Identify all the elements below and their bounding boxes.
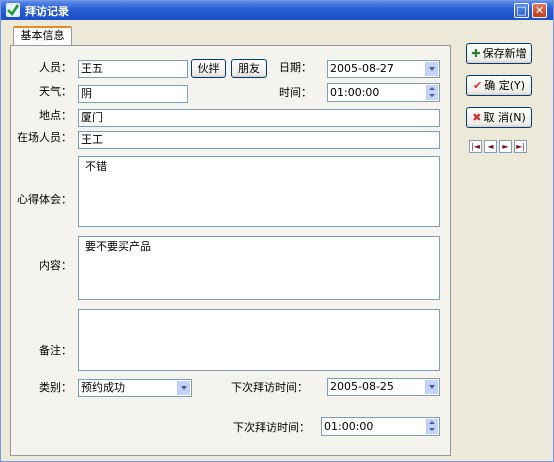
time-label: 时间： — [279, 86, 312, 99]
date-label: 日期： — [279, 61, 312, 74]
save-new-label: 保存新增 — [482, 47, 527, 60]
weather-input[interactable]: 阴 — [78, 85, 188, 103]
next-date-picker[interactable]: 2005-08-25 — [327, 378, 440, 396]
next-date-label: 下次拜访时间： — [231, 381, 308, 394]
chevron-down-icon[interactable] — [425, 62, 438, 76]
spin-down-icon[interactable] — [426, 92, 438, 100]
person-label: 人员： — [39, 61, 72, 74]
save-new-button[interactable]: ✚ 保存新增 — [466, 43, 532, 64]
remark-textarea[interactable] — [78, 309, 440, 371]
time-spinner[interactable]: 01:00:00 — [327, 83, 440, 102]
chevron-down-icon[interactable] — [425, 380, 438, 394]
insight-textarea[interactable]: 不错 — [78, 156, 440, 227]
next-time-label: 下次拜访时间： — [233, 421, 310, 434]
remark-label: 备注： — [39, 344, 72, 357]
weather-label: 天气： — [39, 85, 72, 98]
x-icon: ✖ — [472, 111, 482, 124]
category-select[interactable]: 预约成功 — [78, 379, 192, 397]
date-picker[interactable]: 2005-08-27 — [327, 60, 440, 78]
category-value: 预约成功 — [81, 381, 125, 394]
next-time-spinner[interactable]: 01:00:00 — [321, 417, 440, 436]
person-input[interactable]: 王五 — [78, 60, 188, 78]
location-input[interactable]: 厦门 — [78, 109, 440, 127]
last-record-button[interactable]: ►| — [514, 140, 527, 153]
cancel-shortcut: (N) — [508, 111, 526, 124]
date-value: 2005-08-27 — [330, 62, 394, 75]
next-time-value: 01:00:00 — [324, 420, 374, 433]
title-bar[interactable]: 拜访记录 □ ✕ — [1, 1, 553, 20]
location-label: 地点： — [39, 109, 72, 122]
window-title: 拜访记录 — [25, 5, 69, 18]
first-record-button[interactable]: |◄ — [469, 140, 482, 153]
time-value: 01:00:00 — [330, 86, 380, 99]
confirm-label: 确 定 — [484, 79, 510, 92]
spin-down-icon[interactable] — [426, 426, 438, 434]
visit-record-window: 拜访记录 □ ✕ 基本信息 人员： 王五 伙拌 朋友 日期： 2005-08-2… — [0, 0, 554, 462]
present-label: 在场人员： — [17, 131, 72, 144]
cancel-button[interactable]: ✖ 取 消(N) — [466, 107, 532, 128]
content-textarea[interactable]: 要不要买产品 — [78, 236, 440, 300]
maximize-button[interactable]: □ — [514, 3, 529, 18]
insight-label: 心得体会： — [17, 193, 72, 206]
present-input[interactable]: 王工 — [78, 131, 440, 149]
check-icon: ✔ — [472, 79, 483, 92]
chevron-down-icon[interactable] — [177, 381, 190, 395]
prev-record-button[interactable]: ◄ — [484, 140, 497, 153]
partner-button[interactable]: 伙拌 — [191, 59, 226, 78]
checkmark-icon — [6, 3, 20, 17]
cancel-label: 取 消 — [483, 111, 509, 124]
next-record-button[interactable]: ► — [499, 140, 512, 153]
category-label: 类别： — [39, 381, 72, 394]
confirm-button[interactable]: ✔ 确 定(Y) — [466, 75, 532, 96]
close-button[interactable]: ✕ — [532, 3, 547, 18]
plus-icon: ✚ — [471, 47, 481, 60]
tab-basic-info[interactable]: 基本信息 — [13, 26, 72, 45]
confirm-shortcut: (Y) — [509, 79, 526, 92]
content-label: 内容： — [39, 259, 72, 272]
next-date-value: 2005-08-25 — [330, 380, 394, 393]
friend-button[interactable]: 朋友 — [231, 59, 267, 78]
